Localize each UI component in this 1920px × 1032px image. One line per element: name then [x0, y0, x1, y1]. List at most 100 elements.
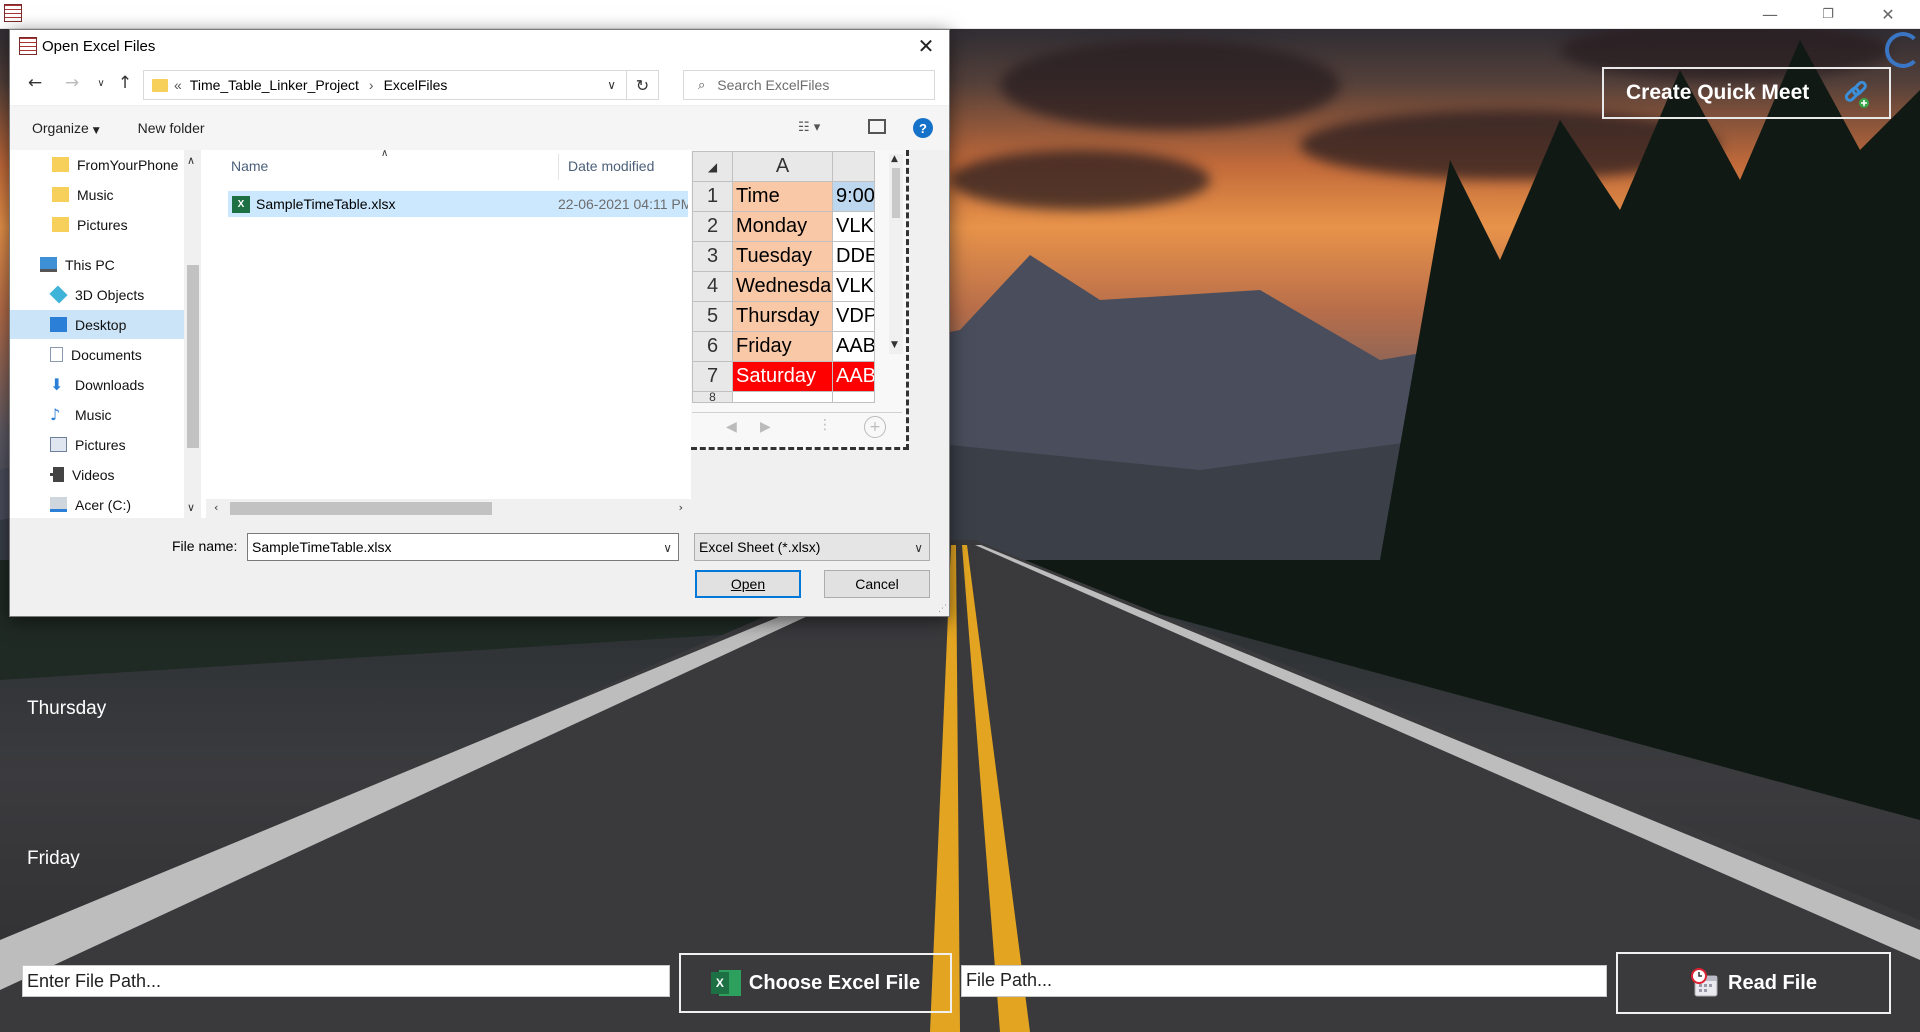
recent-locations-chevron-icon[interactable]: ∨ — [90, 72, 112, 94]
create-quick-meet-label: Create Quick Meet — [1626, 81, 1810, 104]
choose-excel-file-button[interactable]: X Choose Excel File — [679, 953, 952, 1013]
breadcrumb[interactable]: « Time_Table_Linker_Project › ExcelFiles… — [143, 70, 627, 100]
breadcrumb-item-project[interactable]: Time_Table_Linker_Project — [190, 77, 359, 93]
forward-arrow-icon[interactable]: → — [61, 72, 83, 94]
sidebar-item-label: 3D Objects — [75, 286, 145, 303]
preview-pane-icon[interactable] — [868, 119, 886, 134]
column-header-date-modified[interactable]: Date modified — [568, 150, 654, 182]
new-folder-button[interactable]: New folder — [138, 120, 205, 136]
sidebar-item-label: Pictures — [77, 216, 128, 233]
sidebar-item-documents[interactable]: Documents — [10, 340, 192, 369]
sidebar-item-music-folder[interactable]: Music — [10, 180, 192, 209]
more-options-icon[interactable]: ⋮ — [818, 417, 832, 433]
organize-button[interactable]: Organize ▼ — [32, 120, 100, 136]
navigation-pane: FromYourPhone Music Pictures This PC 3D … — [10, 150, 206, 518]
navigation-scrollbar[interactable]: ∧ ∨ — [184, 150, 201, 518]
file-name-dropdown-icon[interactable]: ∨ — [663, 541, 672, 555]
row-number: 3 — [692, 241, 733, 272]
cell: Saturday — [732, 361, 833, 392]
sheet-prev-icon[interactable]: ◀ — [726, 419, 737, 435]
cube-icon — [49, 285, 68, 304]
sidebar-item-videos[interactable]: Videos — [10, 460, 192, 489]
add-sheet-icon[interactable]: + — [864, 416, 886, 438]
cancel-button[interactable]: Cancel — [824, 570, 930, 598]
read-file-button[interactable]: Read File — [1616, 952, 1891, 1014]
refresh-icon[interactable]: ↻ — [627, 70, 659, 100]
scrollbar-thumb[interactable] — [230, 502, 492, 515]
scroll-down-icon[interactable]: ∨ — [187, 501, 195, 514]
cell: Tuesday — [732, 241, 833, 272]
breadcrumb-dropdown-icon[interactable]: ∨ — [607, 78, 616, 92]
breadcrumb-item-excelfiles[interactable]: ExcelFiles — [384, 77, 448, 93]
cell: Time — [732, 181, 833, 212]
sidebar-item-acer-c[interactable]: Acer (C:) — [10, 490, 192, 518]
sidebar-item-label: Acer (C:) — [75, 496, 131, 513]
drive-icon — [50, 497, 67, 512]
sidebar-item-desktop[interactable]: Desktop — [10, 310, 192, 339]
file-list-horizontal-scrollbar[interactable]: ‹ › — [206, 499, 691, 518]
search-icon: ⌕ — [698, 77, 706, 93]
sidebar-item-downloads[interactable]: ⬇ Downloads — [10, 370, 192, 399]
back-arrow-icon[interactable]: ← — [24, 72, 46, 94]
cell: DDE — [832, 241, 875, 272]
dialog-toolbar: Organize ▼ New folder ☷ ▾ ? — [10, 106, 949, 150]
file-path-input[interactable] — [22, 965, 670, 997]
breadcrumb-overflow[interactable]: « — [174, 77, 182, 93]
file-type-select[interactable]: Excel Sheet (*.xlsx) ∨ — [694, 533, 930, 561]
open-button[interactable]: Open — [695, 570, 801, 598]
dialog-close-button[interactable]: ✕ — [903, 30, 949, 62]
scroll-left-icon[interactable]: ‹ — [214, 501, 218, 514]
folder-icon — [52, 217, 69, 232]
folder-icon — [152, 78, 168, 92]
breadcrumb-separator-icon: › — [368, 77, 374, 93]
create-quick-meet-button[interactable]: Create Quick Meet — [1602, 67, 1891, 119]
sidebar-item-pictures-folder[interactable]: Pictures — [10, 210, 192, 239]
sheet-next-icon[interactable]: ▶ — [760, 419, 771, 435]
scroll-down-icon[interactable]: ▼ — [891, 340, 898, 350]
preview-vertical-scrollbar[interactable]: ▲ ▼ — [889, 154, 903, 354]
view-options-icon[interactable]: ☷ ▾ — [798, 120, 820, 135]
preview-sheet-grid: ◢ A 1 Time 9:00 2 Monday VLK 3 Tuesday DDE 4 We… — [692, 151, 875, 403]
cell: Thursday — [732, 301, 833, 332]
sort-ascending-icon: ∧ — [381, 148, 389, 159]
file-name-field[interactable]: SampleTimeTable.xlsx ∨ — [247, 533, 679, 561]
file-type-value: Excel Sheet (*.xlsx) — [699, 539, 821, 555]
cell: Monday — [732, 211, 833, 242]
row-number: 8 — [692, 391, 733, 403]
scroll-up-icon[interactable]: ▲ — [891, 154, 898, 164]
sidebar-item-3d-objects[interactable]: 3D Objects — [10, 280, 192, 309]
scrollbar-thumb[interactable] — [187, 265, 199, 448]
excel-file-icon: X — [232, 195, 250, 213]
close-button[interactable]: ✕ — [1865, 0, 1911, 29]
sidebar-item-label: FromYourPhone — [77, 156, 179, 173]
up-arrow-icon[interactable]: ↑ — [114, 72, 136, 94]
github-icon[interactable] — [1885, 32, 1920, 68]
minimize-button[interactable]: — — [1747, 0, 1793, 29]
scrollbar-thumb[interactable] — [892, 168, 900, 218]
sidebar-item-this-pc[interactable]: This PC — [10, 250, 192, 279]
folder-icon — [52, 187, 69, 202]
calendar-clock-icon — [1691, 968, 1718, 997]
maximize-button[interactable]: ❐ — [1805, 0, 1851, 29]
sidebar-item-pictures[interactable]: Pictures — [10, 430, 192, 459]
resize-grip-icon[interactable]: ⋰ — [938, 604, 947, 614]
scroll-right-icon[interactable]: › — [679, 501, 683, 514]
sidebar-item-label: This PC — [65, 256, 115, 273]
file-type-dropdown-icon[interactable]: ∨ — [914, 541, 923, 555]
column-header-name[interactable]: Name — [231, 150, 268, 182]
cell: VDP — [832, 301, 875, 332]
scroll-up-icon[interactable]: ∧ — [187, 154, 195, 167]
choose-excel-file-label: Choose Excel File — [748, 971, 921, 994]
column-header-a: A — [732, 151, 833, 182]
cell — [832, 391, 875, 403]
search-input[interactable]: ⌕ Search ExcelFiles — [683, 70, 935, 100]
help-icon[interactable]: ? — [913, 118, 933, 138]
app-title-bar: — ❐ ✕ — [0, 0, 1920, 29]
sidebar-item-fromyourphone[interactable]: FromYourPhone — [10, 150, 192, 179]
select-all-corner: ◢ — [692, 151, 733, 182]
column-divider — [558, 154, 559, 180]
sidebar-item-music[interactable]: ♪ Music — [10, 400, 192, 429]
table-row[interactable]: X SampleTimeTable.xlsx 22-06-2021 04:11 … — [228, 191, 688, 217]
sheet-tabs-bar: ◀ ▶ ⋮ + — [692, 412, 902, 442]
sidebar-item-label: Music — [77, 186, 114, 203]
